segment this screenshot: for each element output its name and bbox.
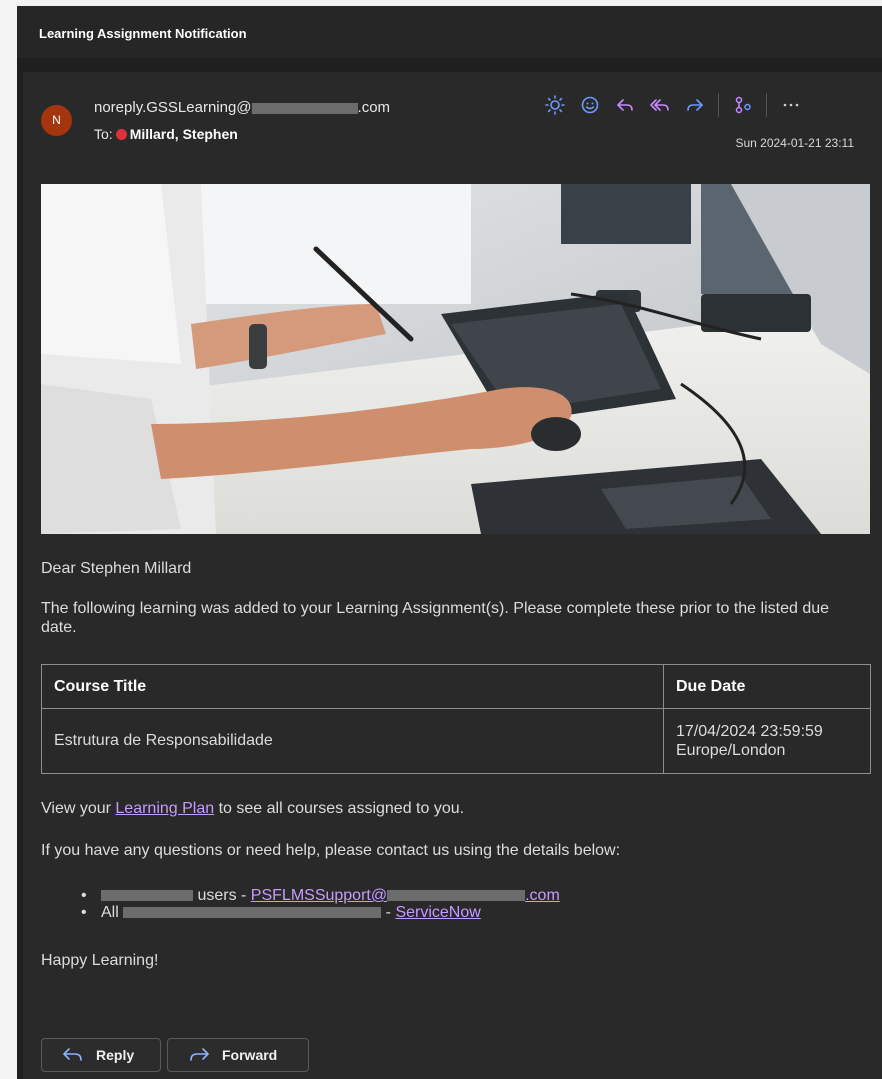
table-header-row: Course Title Due Date: [41, 664, 871, 709]
redacted-block: [123, 907, 382, 919]
forward-icon: [190, 1048, 209, 1061]
contact-paragraph: If you have any questions or need help, …: [41, 842, 621, 859]
recipient-line: To: Millard, Stephen: [94, 126, 238, 142]
forward-button[interactable]: Forward: [167, 1038, 309, 1072]
support-email-link[interactable]: PSFLMSSupport@ .com: [251, 887, 560, 904]
hero-image: [41, 184, 870, 534]
message-action-bar: [543, 92, 814, 118]
contact-list: users - PSFLMSSupport@.com All - Service…: [81, 887, 560, 921]
email-reading-window: Learning Assignment Notification N norep…: [17, 6, 882, 1079]
redacted-block: [101, 890, 193, 902]
list-item: users - PSFLMSSupport@.com: [81, 887, 560, 904]
greeting: Dear Stephen Millard: [41, 560, 192, 577]
servicenow-link[interactable]: ServiceNow: [395, 904, 480, 921]
assignment-table: Course Title Due Date Estrutura de Respo…: [41, 664, 871, 774]
intro-paragraph: The following learning was added to your…: [41, 600, 830, 636]
sender-address[interactable]: noreply.GSSLearning@ .com: [94, 99, 390, 116]
learning-plan-line: View your Learning Plan to see all cours…: [41, 800, 465, 817]
presence-status-icon: [115, 129, 127, 140]
table-row: Estrutura de Responsabilidade 17/04/2024…: [41, 708, 871, 774]
redacted-block: [251, 102, 358, 114]
recipient-name[interactable]: Millard, Stephen: [130, 126, 238, 142]
message-date: Sun 2024-01-21 23:11: [735, 136, 854, 150]
learning-plan-link[interactable]: Learning Plan: [115, 800, 214, 817]
emoji-icon[interactable]: [578, 93, 602, 117]
message-pane: N noreply.GSSLearning@ .com To: Millard, S…: [23, 72, 882, 1079]
more-icon[interactable]: [779, 93, 803, 117]
apps-icon[interactable]: [731, 93, 755, 117]
forward-icon[interactable]: [683, 93, 707, 117]
closing: Happy Learning!: [41, 952, 159, 969]
reply-all-icon[interactable]: [648, 93, 672, 117]
window-title: Learning Assignment Notification: [17, 6, 882, 58]
toolbar-divider: [766, 93, 767, 117]
reply-button[interactable]: Reply: [41, 1038, 161, 1072]
toolbar-divider: [718, 93, 719, 117]
sender-avatar[interactable]: N: [41, 105, 72, 136]
list-item: All - ServiceNow: [81, 904, 560, 921]
column-header-course: Course Title: [41, 664, 664, 709]
column-header-due: Due Date: [663, 664, 871, 709]
course-title-cell: Estrutura de Responsabilidade: [41, 708, 664, 774]
redacted-block: [387, 890, 526, 902]
due-date-cell: 17/04/2024 23:59:59 Europe/London: [663, 708, 871, 774]
brightness-icon[interactable]: [543, 93, 567, 117]
reply-icon: [63, 1048, 82, 1061]
reply-icon[interactable]: [613, 93, 637, 117]
